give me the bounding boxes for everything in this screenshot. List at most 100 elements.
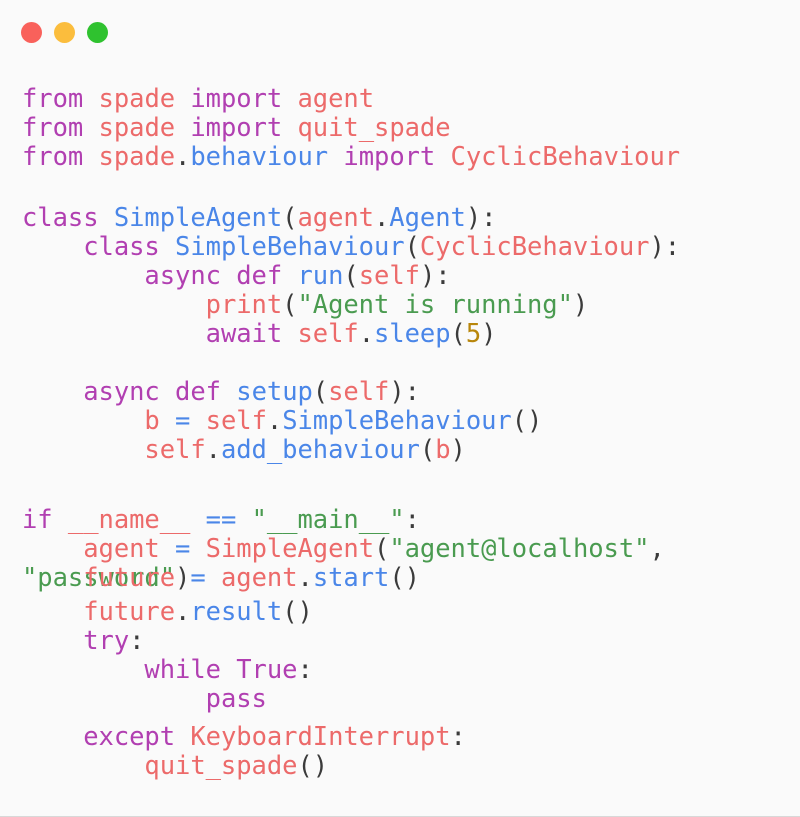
token-paren: (	[343, 261, 359, 291]
token-function-name: setup	[236, 377, 313, 407]
token-function-name: quit_spade	[144, 751, 298, 781]
token-module: spade	[98, 113, 176, 143]
token-dot: .	[175, 142, 191, 172]
token-function-name: run	[297, 261, 344, 291]
token-object: agent	[220, 563, 298, 593]
code-line: await self.sleep(5)	[22, 319, 497, 349]
token-paren: )	[572, 290, 589, 320]
code-line: from spade.behaviour import CyclicBehavi…	[22, 143, 680, 172]
token-string: "agent@localhost"	[389, 534, 650, 564]
token-paren: )	[389, 377, 405, 407]
token-keyword: import	[343, 142, 436, 172]
token-object: future	[83, 597, 176, 627]
code-line: quit_spade()	[22, 752, 328, 781]
token-string: "__main__"	[251, 505, 405, 535]
token-paren: )	[649, 232, 665, 262]
token-operator: =	[190, 563, 206, 593]
code-line: class SimpleAgent(agent.Agent):	[22, 204, 496, 233]
token-keyword: except	[83, 722, 176, 752]
token-paren: (	[312, 377, 329, 407]
token-argument: self	[328, 377, 390, 407]
token-keyword: try	[83, 626, 130, 656]
token-string: "Agent is running"	[297, 290, 573, 320]
token-object: self	[144, 435, 206, 465]
token-paren: )	[450, 435, 466, 465]
token-dot: .	[297, 563, 313, 593]
code-line: print("Agent is running")	[22, 290, 589, 320]
token-submodule: behaviour	[190, 142, 329, 172]
token-keyword: import	[190, 113, 283, 143]
token-keyword: pass	[205, 684, 267, 714]
token-keyword: from	[22, 84, 84, 114]
token-variable: b	[144, 406, 160, 436]
token-variable: agent	[83, 534, 160, 564]
token-class-name: SimpleAgent	[113, 203, 283, 233]
token-paren: )	[419, 261, 436, 291]
token-function-name: print	[205, 290, 283, 320]
code-line: from spade import quit_spade	[22, 114, 451, 143]
token-keyword: await	[205, 319, 283, 349]
token-paren: (	[419, 435, 436, 465]
token-dot: .	[175, 597, 191, 627]
token-base-class: Agent	[389, 203, 466, 233]
token-comma: ,	[649, 534, 665, 564]
token-name: CyclicBehaviour	[450, 142, 681, 172]
token-module: agent	[297, 203, 374, 233]
token-parens: ()	[297, 751, 329, 781]
token-parens: ()	[511, 406, 543, 436]
token-operator: =	[175, 406, 191, 436]
code-line: class SimpleBehaviour(CyclicBehaviour):	[22, 233, 680, 262]
token-argument: b	[435, 435, 451, 465]
token-keyword: while	[144, 655, 221, 685]
token-keyword: async	[144, 261, 221, 291]
token-exception-name: KeyboardInterrupt	[190, 722, 451, 752]
token-variable: future	[83, 563, 176, 593]
token-paren: (	[282, 203, 298, 233]
token-parens: ()	[282, 597, 313, 627]
token-keyword: def	[175, 377, 221, 407]
token-dot: .	[358, 319, 374, 349]
token-name: quit_spade	[297, 113, 451, 143]
token-keyword: from	[22, 142, 84, 172]
token-module: spade	[98, 142, 176, 172]
token-operator: =	[175, 534, 191, 564]
token-boolean: True	[236, 655, 298, 685]
code-line: b = self.SimpleBehaviour()	[22, 407, 542, 436]
code-snippet-card: from spade import agent from spade impor…	[0, 0, 800, 817]
code-editor-body: from spade import agent from spade impor…	[0, 0, 800, 816]
token-paren: (	[404, 232, 420, 262]
token-method-name: result	[190, 597, 283, 627]
code-line: pass	[22, 685, 267, 714]
code-line: except KeyboardInterrupt:	[22, 723, 466, 752]
token-argument: self	[358, 261, 420, 291]
token-method-name: start	[312, 563, 390, 593]
token-colon: :	[481, 203, 497, 233]
token-object: self	[297, 319, 359, 349]
token-colon: :	[450, 722, 466, 752]
token-class-name: SimpleAgent	[205, 534, 374, 564]
